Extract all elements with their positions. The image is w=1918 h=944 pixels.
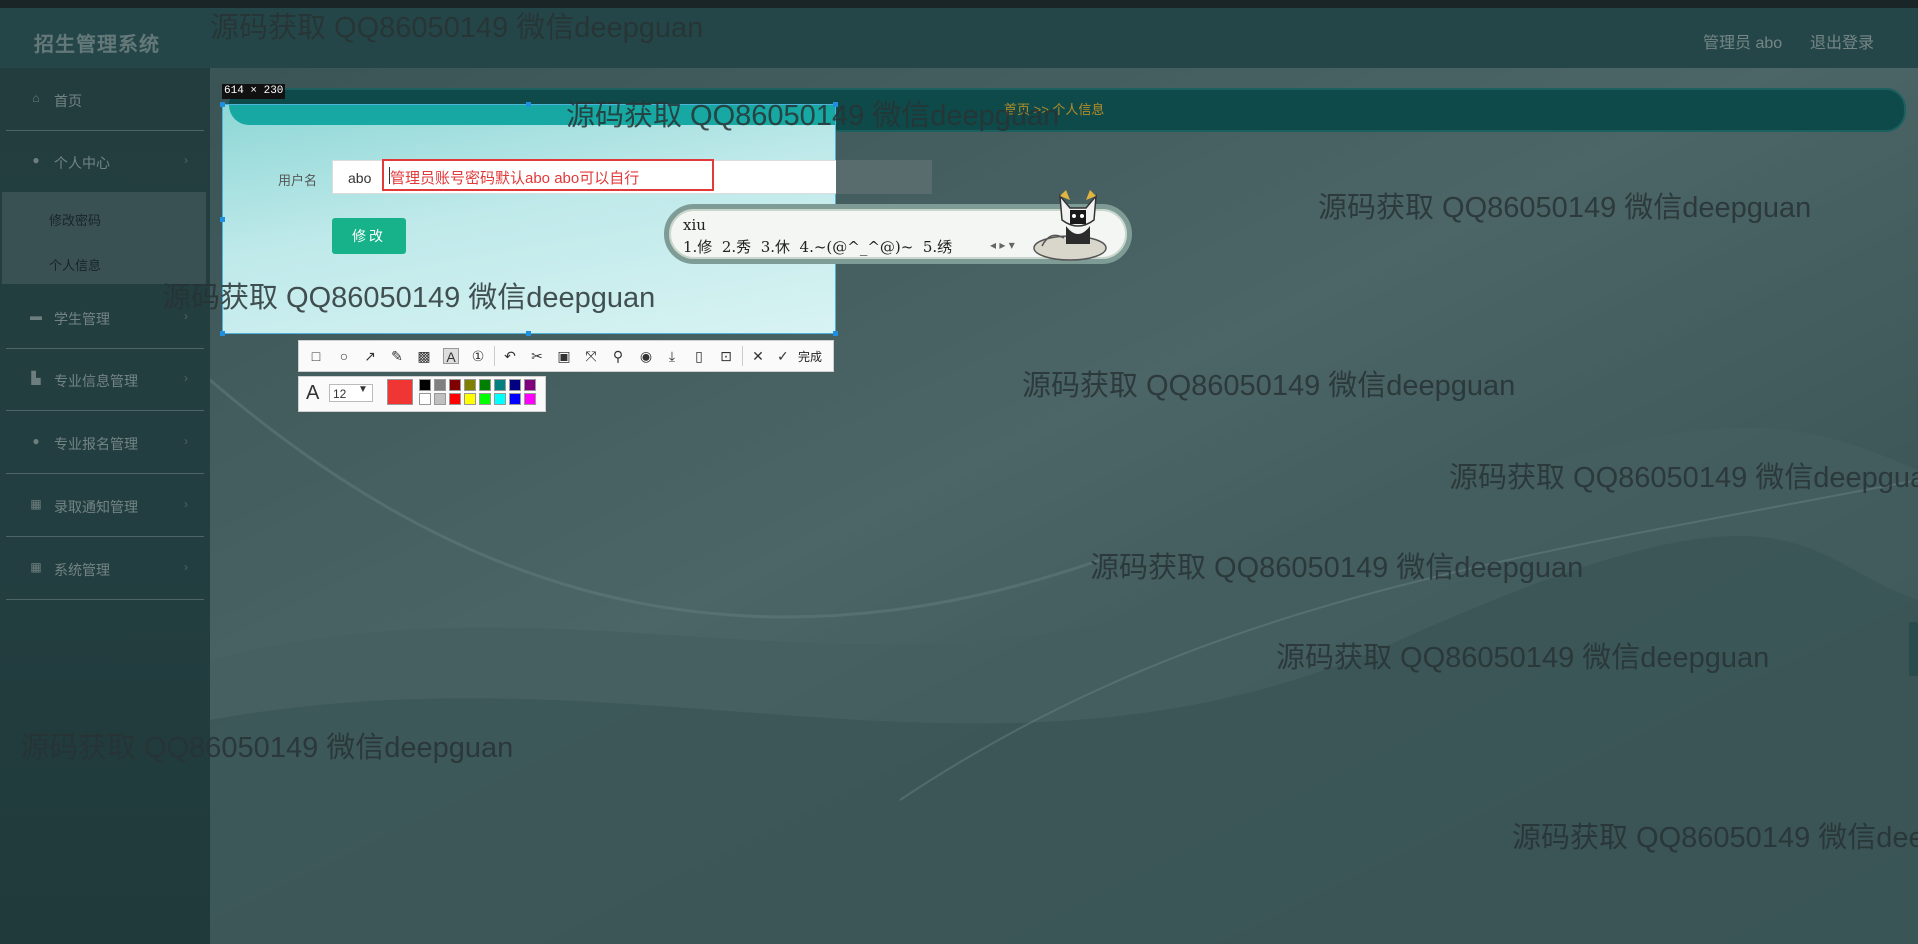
username-label: 用户名: [278, 173, 318, 188]
text-annotation: 管理员账号密码默认abo abo可以自行: [390, 170, 640, 187]
resize-handle[interactable]: [526, 331, 531, 336]
username-input-dimmed: [836, 160, 932, 194]
color-swatch[interactable]: [479, 379, 491, 391]
bookmark-icon[interactable]: ⊡: [718, 348, 734, 364]
color-swatch[interactable]: [449, 393, 461, 405]
color-swatch[interactable]: [434, 393, 446, 405]
color-swatch[interactable]: [494, 393, 506, 405]
check-icon[interactable]: ✓: [777, 348, 789, 364]
watermark: 源码获取 QQ86050149 微信deepguan: [162, 282, 656, 314]
watermark: 源码获取 QQ86050149 微信deepguan: [20, 732, 514, 764]
done-button[interactable]: 完成: [798, 348, 822, 365]
color-swatch[interactable]: [419, 379, 431, 391]
expand-icon[interactable]: ⤧: [583, 348, 599, 364]
color-swatch[interactable]: [509, 393, 521, 405]
toolbar-divider: [494, 346, 495, 366]
ime-mascot-icon: [1033, 190, 1107, 261]
color-swatch[interactable]: [464, 393, 476, 405]
scissors-icon[interactable]: ✂: [529, 348, 545, 364]
download-icon[interactable]: ⤓: [664, 348, 680, 364]
color-swatch[interactable]: [509, 379, 521, 391]
arrow-tool-icon[interactable]: ↗: [362, 348, 378, 364]
number-tool-icon[interactable]: ①: [470, 348, 486, 364]
phone-icon[interactable]: ▯: [691, 348, 707, 364]
rectangle-tool-icon[interactable]: □: [308, 348, 324, 364]
pin-icon[interactable]: ⚲: [610, 348, 626, 364]
color-swatch[interactable]: [494, 379, 506, 391]
color-swatch[interactable]: [479, 393, 491, 405]
username-value: abo: [348, 170, 372, 186]
watermark: 源码获取 QQ86050149 微信deepguan: [1512, 822, 1918, 854]
resize-handle[interactable]: [526, 102, 531, 107]
ime-composition: xiu: [683, 216, 706, 234]
resize-handle[interactable]: [220, 102, 225, 107]
current-color-swatch[interactable]: [387, 379, 413, 405]
scrollbar[interactable]: [1909, 622, 1918, 676]
resize-handle[interactable]: [220, 331, 225, 336]
record-icon[interactable]: ◉: [638, 348, 654, 364]
ellipse-tool-icon[interactable]: ○: [336, 348, 352, 364]
watermark: 源码获取 QQ86050149 微信deepguan: [1276, 642, 1770, 674]
color-swatch[interactable]: [449, 379, 461, 391]
resize-handle[interactable]: [833, 331, 838, 336]
font-icon: A: [306, 382, 320, 404]
undo-icon[interactable]: ↶: [502, 348, 518, 364]
ocr-icon[interactable]: ▣: [556, 348, 572, 364]
color-swatch[interactable]: [419, 393, 431, 405]
watermark: 源码获取 QQ86050149 微信deepguan: [210, 12, 704, 44]
watermark: 源码获取 QQ86050149 微信deepguan: [566, 100, 1060, 132]
color-swatch[interactable]: [524, 393, 536, 405]
text-tool-icon[interactable]: A: [443, 348, 459, 365]
watermark: 源码获取 QQ86050149 微信deepguan: [1449, 462, 1918, 494]
mosaic-tool-icon[interactable]: ▩: [416, 348, 432, 364]
toolbar-divider: [742, 346, 743, 366]
color-swatch[interactable]: [524, 379, 536, 391]
resize-handle[interactable]: [220, 217, 225, 222]
save-button[interactable]: 修改: [332, 218, 406, 254]
color-swatch[interactable]: [434, 379, 446, 391]
pencil-tool-icon[interactable]: ✎: [389, 348, 405, 364]
watermark: 源码获取 QQ86050149 微信deepguan: [1318, 192, 1812, 224]
ime-page-arrows[interactable]: ◂ ▸ ▾: [990, 238, 1015, 252]
color-swatch[interactable]: [464, 379, 476, 391]
watermark: 源码获取 QQ86050149 微信deepguan: [1022, 370, 1516, 402]
watermark: 源码获取 QQ86050149 微信deepguan: [1090, 552, 1584, 584]
text-caret: [389, 167, 390, 184]
selection-size-label: 614 × 230: [222, 84, 286, 99]
chevron-down-icon[interactable]: ▼: [358, 384, 368, 395]
ime-candidates[interactable]: 1.修 2.秀 3.休 4.~(@^_^@)~ 5.绣: [683, 236, 952, 257]
close-icon[interactable]: ✕: [750, 348, 766, 364]
